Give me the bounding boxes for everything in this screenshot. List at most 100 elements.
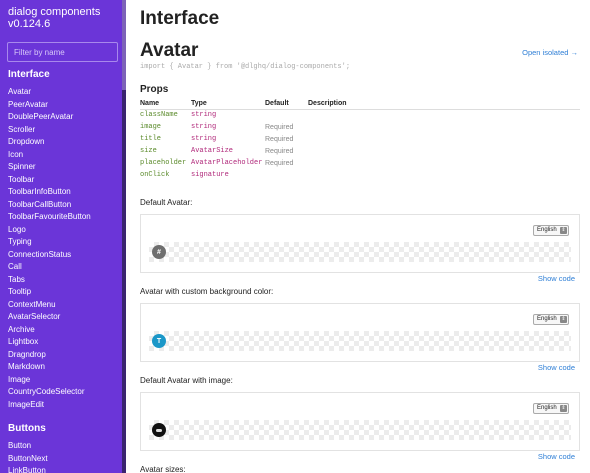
sidebar-item-toolbar[interactable]: Toolbar [8,174,91,187]
language-select[interactable]: English ⇕ [533,403,569,414]
table-row: onClick signature [140,169,580,181]
table-row: className string [140,109,580,121]
sidebar-item-toolbar-info-button[interactable]: ToolbarInfoButton [8,186,91,199]
sidebar-item-toolbar-favourite-button[interactable]: ToolbarFavouriteButton [8,211,91,224]
show-code-link[interactable]: Show code [538,274,575,283]
example-preview-default-avatar: English ⇕ # [140,214,580,273]
sidebar-item-icon[interactable]: Icon [8,149,91,162]
example-label-avatar-sizes: Avatar sizes: [140,465,186,473]
prop-description [308,109,580,121]
language-select-value: English [537,316,557,322]
app-version: v0.124.6 [8,18,51,30]
show-code-link[interactable]: Show code [538,452,575,461]
component-title: Avatar [140,40,199,61]
language-select-value: English [537,227,557,233]
prop-type: AvatarSize [191,147,234,155]
chevron-updown-icon: ⇕ [560,316,567,323]
prop-name: className [140,111,178,120]
example-preview-custom-background: English ⇕ T [140,303,580,362]
sidebar-item-peer-avatar[interactable]: PeerAvatar [8,99,91,112]
prop-default: Required [265,135,294,143]
example-label-custom-background: Avatar with custom background color: [140,287,274,296]
example-label-default-avatar: Default Avatar: [140,198,193,207]
sidebar-item-markdown[interactable]: Markdown [8,361,91,374]
open-isolated-link[interactable]: Open isolated → [522,48,578,57]
section-title-buttons: Buttons [8,423,46,434]
prop-name: onClick [140,171,170,179]
chevron-updown-icon: ⇕ [560,227,567,234]
sidebar-item-button[interactable]: Button [8,440,48,453]
props-header-name: Name [140,98,191,110]
sidebar-item-avatar[interactable]: Avatar [8,86,91,99]
filter-input[interactable] [7,42,118,62]
import-statement: import { Avatar } from '@dlghq/dialog-co… [140,63,351,71]
prop-default [265,109,308,121]
sidebar-item-avatar-selector[interactable]: AvatarSelector [8,311,91,324]
prop-default [265,169,308,181]
sidebar-item-double-peer-avatar[interactable]: DoublePeerAvatar [8,111,91,124]
sidebar-item-link-button[interactable]: LinkButton [8,465,48,473]
prop-default: Required [265,147,294,155]
sidebar-item-dropdown[interactable]: Dropdown [8,136,91,149]
props-title: Props [140,84,169,95]
sidebar-item-logo[interactable]: Logo [8,224,91,237]
example-preview-avatar-with-image: English ⇕ [140,392,580,451]
sidebar-item-country-code-selector[interactable]: CountryCodeSelector [8,386,91,399]
sidebar-item-archive[interactable]: Archive [8,324,91,337]
props-header-description: Description [308,98,580,110]
table-row: placeholder AvatarPlaceholder Required [140,157,580,169]
language-select[interactable]: English ⇕ [533,314,569,325]
chevron-updown-icon: ⇕ [560,405,567,412]
main-content: Interface Avatar Open isolated → import … [126,0,590,473]
transparent-stage: # [149,242,571,262]
props-table: Name Type Default Description className … [140,98,580,181]
sidebar-item-lightbox[interactable]: Lightbox [8,336,91,349]
prop-name: title [140,135,162,143]
page-title: Interface [140,8,220,29]
prop-type: signature [191,171,229,179]
sidebar-item-call[interactable]: Call [8,261,91,274]
props-header-default: Default [265,98,308,110]
sidebar-item-context-menu[interactable]: ContextMenu [8,299,91,312]
prop-description [308,121,580,133]
sidebar-item-image-edit[interactable]: ImageEdit [8,399,91,412]
prop-name: image [140,123,162,131]
sidebar-item-dragndrop[interactable]: Dragndrop [8,349,91,362]
sidebar-item-tooltip[interactable]: Tooltip [8,286,91,299]
sidebar: dialog components v0.124.6 Interface Ava… [0,0,122,473]
prop-name: placeholder [140,159,187,167]
sidebar-item-image[interactable]: Image [8,374,91,387]
prop-type: AvatarPlaceholder [191,159,263,167]
transparent-stage: T [149,331,571,351]
sidebar-item-toolbar-call-button[interactable]: ToolbarCallButton [8,199,91,212]
sidebar-item-button-next[interactable]: ButtonNext [8,453,48,466]
table-row: image string Required [140,121,580,133]
show-code-link[interactable]: Show code [538,363,575,372]
sidebar-item-typing[interactable]: Typing [8,236,91,249]
prop-default: Required [265,159,294,167]
section-title-interface: Interface [8,69,50,80]
avatar-image-content [156,428,162,432]
prop-name: size [140,147,157,155]
sidebar-item-spinner[interactable]: Spinner [8,161,91,174]
sidebar-item-tabs[interactable]: Tabs [8,274,91,287]
prop-description [308,157,580,169]
prop-description [308,133,580,145]
sidebar-item-scroller[interactable]: Scroller [8,124,91,137]
interface-nav: Avatar PeerAvatar DoublePeerAvatar Scrol… [8,86,91,411]
table-row: size AvatarSize Required [140,145,580,157]
example-label-avatar-with-image: Default Avatar with image: [140,376,233,385]
prop-type: string [191,123,217,131]
language-select-value: English [537,405,557,411]
transparent-stage [149,420,571,440]
buttons-nav: Button ButtonNext LinkButton [8,440,48,473]
prop-type: string [191,111,217,120]
avatar[interactable]: # [152,245,166,259]
language-select[interactable]: English ⇕ [533,225,569,236]
app-name: dialog components [8,6,101,18]
sidebar-item-connection-status[interactable]: ConnectionStatus [8,249,91,262]
avatar[interactable]: T [152,334,166,348]
prop-description [308,145,580,157]
props-header-row: Name Type Default Description [140,98,580,110]
avatar-image[interactable] [152,423,166,437]
